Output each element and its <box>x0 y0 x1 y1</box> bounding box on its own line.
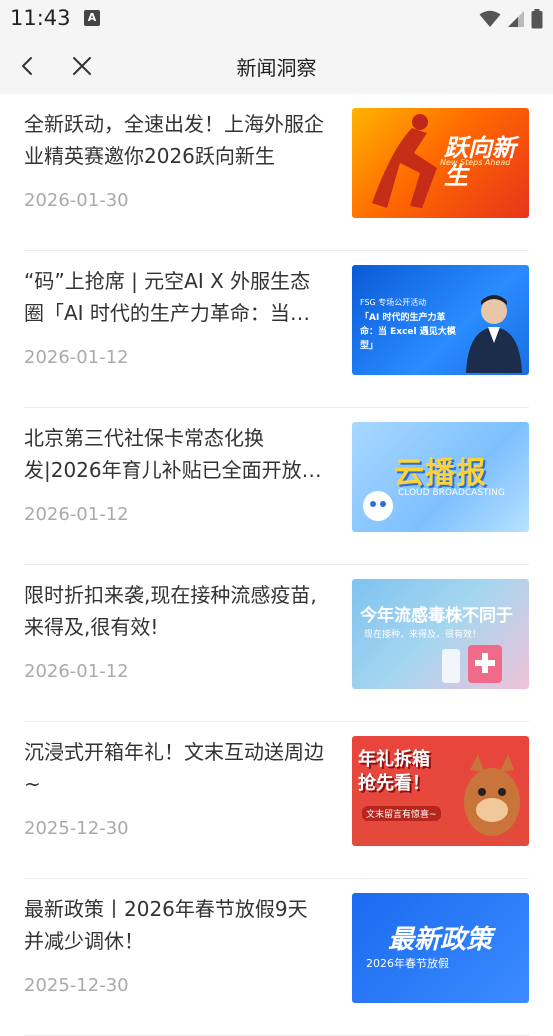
news-date: 2026-01-30 <box>24 190 129 211</box>
notification-icon: A <box>84 10 100 26</box>
news-date: 2025-12-30 <box>24 818 129 839</box>
wifi-icon <box>479 10 501 27</box>
news-thumbnail: 云播报 CLOUD BROADCASTING <box>352 422 529 532</box>
news-item[interactable]: 全新跃动，全速出发！上海外服企业精英赛邀你2026跃向新生 2026-01-30… <box>24 94 529 251</box>
news-title: 全新跃动，全速出发！上海外服企业精英赛邀你2026跃向新生 <box>24 112 324 168</box>
vaccine-illustration <box>442 645 502 683</box>
news-title: 北京第三代社保卡常态化换发|2026年育儿补贴已全面开放申领 <box>24 426 322 482</box>
thumbnail-headline: 今年流感毒株不同于 <box>360 606 513 626</box>
news-thumbnail: 年礼拆箱 抢先看！ 文末留言有惊喜~ <box>352 736 529 846</box>
speaker-photo <box>466 295 522 373</box>
thumbnail-headline: 云播报 <box>394 456 487 491</box>
battery-icon <box>531 9 543 29</box>
signal-icon <box>508 11 524 27</box>
news-item[interactable]: 限时折扣来袭,现在接种流感疫苗,来得及,很有效! 2026-01-12 今年流感… <box>24 565 529 722</box>
news-title: “码”上抢席 | 元空AI X 外服生态圈「AI 时代的生产力革命：当 Exce… <box>24 269 311 325</box>
news-date: 2025-12-30 <box>24 975 129 996</box>
news-thumbnail: 今年流感毒株不同于 现在接种，来得及，很有效！ <box>352 579 529 689</box>
thumbnail-headline: 「AI 时代的生产力革命：当 Excel 遇见大模型」 <box>360 313 456 351</box>
thumbnail-subtitle: 2026年春节放假 <box>366 957 449 970</box>
news-title: 限时折扣来袭,现在接种流感疫苗,来得及,很有效! <box>24 583 317 639</box>
news-thumbnail: 跃向新生 New Steps Ahead <box>352 108 529 218</box>
news-date: 2026-01-12 <box>24 504 129 525</box>
news-title: 最新政策丨2026年春节放假9天并减少调休！ <box>24 897 308 953</box>
news-item[interactable]: “码”上抢席 | 元空AI X 外服生态圈「AI 时代的生产力革命：当 Exce… <box>24 251 529 408</box>
news-list: 全新跃动，全速出发！上海外服企业精英赛邀你2026跃向新生 2026-01-30… <box>0 94 553 1036</box>
thumbnail-subtitle: FSG 专场公开活动 <box>360 298 427 307</box>
thumbnail-headline: 最新政策 <box>388 925 493 955</box>
news-item[interactable]: 最新政策丨2026年春节放假9天并减少调休！ 2025-12-30 最新政策 2… <box>24 879 529 1036</box>
thumbnail-subtitle: CLOUD BROADCASTING <box>398 488 505 498</box>
status-bar: 11:43 A <box>0 0 553 38</box>
news-date: 2026-01-12 <box>24 661 129 682</box>
news-date: 2026-01-12 <box>24 347 129 368</box>
news-title: 沉浸式开箱年礼！文末互动送周边~ <box>24 740 324 796</box>
status-icons <box>479 8 543 30</box>
news-thumbnail: FSG 专场公开活动 「AI 时代的生产力革命：当 Excel 遇见大模型」 <box>352 265 529 375</box>
thumbnail-subtitle: 文末留言有惊喜~ <box>362 806 441 821</box>
news-thumbnail: 最新政策 2026年春节放假 <box>352 893 529 1003</box>
news-item[interactable]: 沉浸式开箱年礼！文末互动送周边~ 2025-12-30 年礼拆箱 抢先看！ 文末… <box>24 722 529 879</box>
news-item[interactable]: 北京第三代社保卡常态化换发|2026年育儿补贴已全面开放申领 2026-01-1… <box>24 408 529 565</box>
thumbnail-headline: 年礼拆箱 抢先看！ <box>358 749 430 794</box>
status-time: 11:43 <box>10 6 71 30</box>
cloud-mascot-icon <box>363 491 393 521</box>
page-title: 新闻洞察 <box>236 56 317 80</box>
thumbnail-subtitle: New Steps Ahead <box>440 158 511 167</box>
horse-mascot-icon <box>464 754 520 836</box>
nav-bar: 新闻洞察 <box>0 38 553 94</box>
